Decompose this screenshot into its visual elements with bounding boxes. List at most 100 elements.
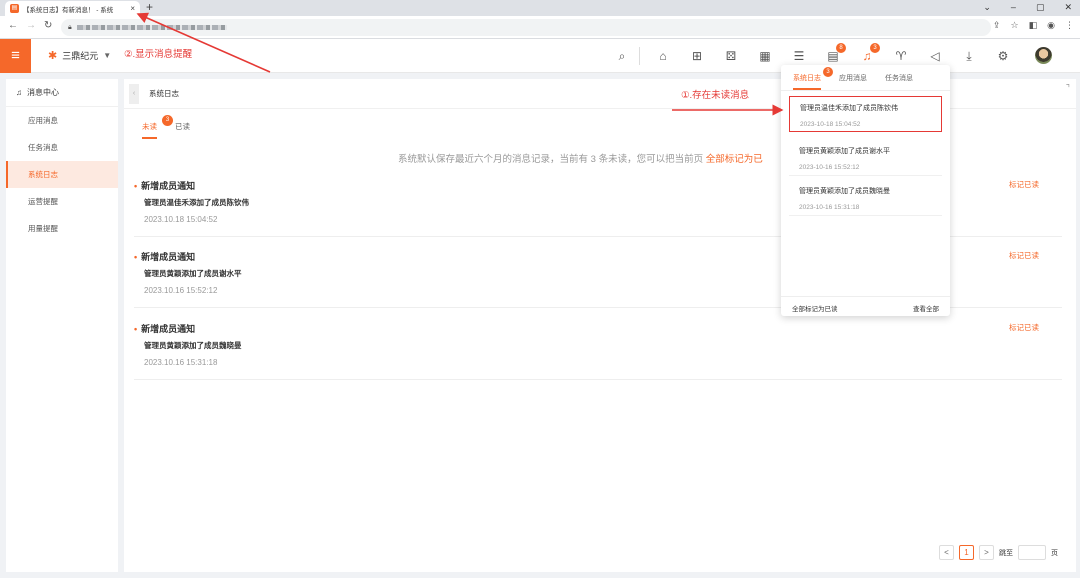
blurred-url	[76, 25, 227, 30]
home-icon[interactable]: ⌂	[646, 46, 680, 66]
mark-read-button[interactable]: 标记已读	[1009, 322, 1039, 333]
favicon-icon: ▤	[10, 4, 19, 13]
tab-system-log[interactable]: 系统日志 3	[793, 67, 833, 90]
tab-system-log-label: 系统日志	[793, 75, 821, 82]
page-title: 系统日志	[149, 89, 179, 98]
minimize-button[interactable]: –	[1011, 0, 1016, 15]
task-icon[interactable]: ▤ 8	[816, 43, 850, 66]
maximize-button[interactable]: ▢	[1036, 0, 1045, 15]
chevron-down-icon: ▼	[103, 51, 112, 60]
tab-read[interactable]: 已读	[175, 121, 190, 139]
next-page-button[interactable]: >	[979, 545, 994, 560]
apps-icon[interactable]: ▦	[748, 46, 782, 66]
notification-time: 2023-10-16 15:31:18	[799, 204, 860, 211]
close-window-button[interactable]: ✕	[1064, 0, 1072, 15]
page-button-current[interactable]: 1	[959, 545, 974, 560]
mark-read-button[interactable]: 标记已读	[1009, 179, 1039, 190]
forward-icon[interactable]: →	[26, 20, 36, 31]
tab-app-messages[interactable]: 应用消息	[839, 73, 867, 90]
panel-tabs: 系统日志 3 应用消息 任务消息	[793, 67, 913, 90]
profile-icon[interactable]: ◉	[1047, 20, 1055, 31]
unread-dot-icon: •	[134, 252, 138, 262]
close-tab-icon[interactable]: ×	[130, 4, 135, 13]
sidebar-item-usage-reminder[interactable]: 用量提醒	[6, 215, 118, 242]
sidebar-item-app-messages[interactable]: 应用消息	[6, 107, 118, 134]
more-icon[interactable]: ⋮	[1065, 20, 1074, 31]
grid-icon[interactable]: ⊞	[680, 46, 714, 66]
prev-page-button[interactable]: <	[939, 545, 954, 560]
goto-label: 跳至	[999, 549, 1013, 557]
megaphone-icon[interactable]: ◁	[918, 46, 952, 66]
notification-item[interactable]: 管理员黄颖添加了成员魏晓曼 2023-10-16 15:31:18	[789, 180, 942, 216]
back-icon[interactable]: ←	[8, 20, 18, 31]
retention-notice: 系统默认保存最近六个月的消息记录，当前有 3 条未读，您可以把当前页 全部标记为…	[398, 151, 763, 165]
goto-page-input[interactable]	[1018, 545, 1046, 560]
message-body: 管理员黄颖添加了成员魏晓曼	[144, 341, 242, 350]
system-log-badge: 3	[823, 67, 833, 77]
list-icon[interactable]: ☰	[782, 46, 816, 66]
share-icon[interactable]: ⇪	[993, 20, 1001, 31]
tab-search-icon[interactable]: ⌄	[983, 0, 991, 15]
pagination: < 1 > 跳至 页	[939, 545, 1058, 560]
star-icon[interactable]: ☆	[1011, 20, 1019, 31]
settings-icon[interactable]: ⚙	[986, 46, 1020, 66]
notification-text: 管理员黄颖添加了成员谢水平	[799, 148, 890, 155]
notification-item[interactable]: 管理员黄颖添加了成员谢水平 2023-10-16 15:52:12	[789, 140, 942, 176]
collapse-sidebar-button[interactable]: ‹	[129, 83, 139, 104]
message-time: 2023.10.18 15:04:52	[144, 215, 218, 224]
avatar[interactable]	[1035, 47, 1052, 64]
logo-icon: ✱	[48, 50, 58, 62]
tab-unread-label: 未读	[142, 122, 157, 131]
message-body: 管理员温佳禾添加了成员陈钦伟	[144, 198, 249, 207]
tab-unread[interactable]: 未读 3	[142, 115, 173, 139]
reload-icon[interactable]: ↻	[44, 20, 52, 31]
sidepanel-icon[interactable]: ◧	[1029, 20, 1038, 31]
sidebar-item-system-log[interactable]: 系统日志	[6, 161, 118, 188]
org-switcher[interactable]: ✱ 三鼎纪元 ▼	[48, 49, 111, 62]
message-body: 管理员黄颖添加了成员谢水平	[144, 269, 242, 278]
notification-time: 2023-10-18 15:04:52	[800, 121, 861, 128]
message-title: • 新增成员通知	[134, 250, 195, 263]
header-toolbar: ⌕ ⌂ ⊞ ⚄ ▦ ☰ ▤ 8 ♫ 3 ♈ ◁ ⤓ ⚙	[605, 43, 1020, 66]
sidebar-title: 消息中心	[27, 88, 59, 97]
sidebar-header: ♫ 消息中心	[6, 79, 118, 107]
notification-time: 2023-10-16 15:52:12	[799, 164, 860, 171]
unread-badge: 3	[162, 115, 173, 126]
task-badge: 8	[836, 43, 846, 53]
search-icon[interactable]: ⌕	[605, 46, 639, 66]
sidebar-item-task-messages[interactable]: 任务消息	[6, 134, 118, 161]
bell-icon[interactable]: ♫ 3	[850, 43, 884, 66]
mark-all-read-link[interactable]: 全部标记为已	[706, 154, 763, 165]
message-title-text: 新增成员通知	[141, 324, 196, 334]
window-controls: ⌄ – ▢ ✕	[983, 0, 1072, 15]
view-all-button[interactable]: 查看全部	[913, 303, 939, 313]
message-title-text: 新增成员通知	[141, 181, 196, 191]
notification-text: 管理员温佳禾添加了成员陈钦伟	[800, 105, 898, 112]
shirt-icon[interactable]: ♈	[884, 46, 918, 66]
dice-icon[interactable]: ⚄	[714, 46, 748, 66]
sidebar: ♫ 消息中心 应用消息 任务消息 系统日志 运营提醒 用量提醒	[6, 79, 118, 572]
menu-icon[interactable]: ≡	[0, 39, 31, 73]
message-time: 2023.10.16 15:31:18	[144, 358, 218, 367]
mark-all-read-button[interactable]: 全部标记为已读	[792, 303, 838, 313]
new-tab-button[interactable]: +	[146, 0, 153, 15]
url-input[interactable]: 🔒︎	[61, 19, 991, 36]
tab-task-messages[interactable]: 任务消息	[885, 73, 913, 90]
notification-dropdown: 系统日志 3 应用消息 任务消息 管理员温佳禾添加了成员陈钦伟 2023-10-…	[781, 65, 950, 316]
message-title: • 新增成员通知	[134, 179, 195, 192]
page-suffix: 页	[1051, 549, 1058, 557]
download-icon[interactable]: ⤓	[952, 46, 986, 66]
browser-tab[interactable]: ▤ 【系统日志】有新消息！ - 系统 ×	[5, 1, 140, 16]
mark-read-button[interactable]: 标记已读	[1009, 250, 1039, 261]
expand-icon[interactable]: ⌝	[1066, 83, 1070, 94]
read-status-tabs: 未读 3 已读	[142, 115, 190, 139]
address-bar: ← → ↻ 🔒︎ ⇪ ☆ ◧ ◉ ⋮	[0, 16, 1080, 39]
panel-footer: 全部标记为已读 查看全部	[781, 296, 950, 316]
org-name: 三鼎纪元	[62, 51, 99, 61]
sidebar-item-operation-reminder[interactable]: 运营提醒	[6, 188, 118, 215]
message-title-text: 新增成员通知	[141, 252, 196, 262]
notice-text: 系统默认保存最近六个月的消息记录，当前有 3 条未读，您可以把当前页	[398, 154, 706, 165]
unread-dot-icon: •	[134, 324, 138, 334]
divider	[781, 90, 950, 91]
notification-item[interactable]: 管理员温佳禾添加了成员陈钦伟 2023-10-18 15:04:52	[789, 96, 942, 132]
